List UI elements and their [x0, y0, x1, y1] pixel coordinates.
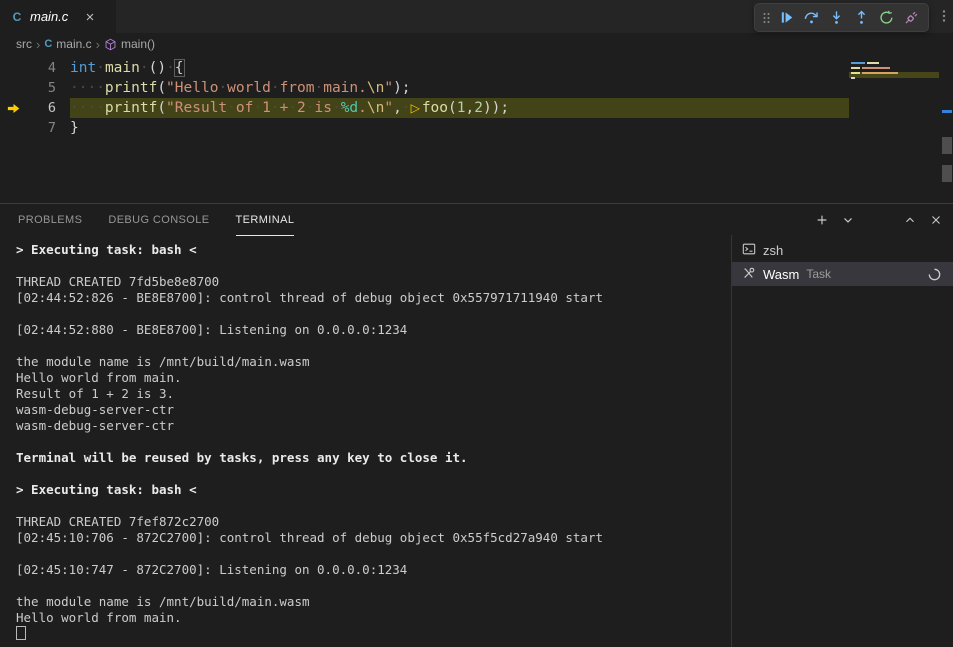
- c-file-icon: C: [10, 10, 24, 24]
- debug-step-into-button[interactable]: [824, 6, 848, 30]
- terminal-line: > Executing task: bash <: [16, 242, 725, 258]
- tab-title: main.c: [30, 9, 68, 24]
- tools-icon: [742, 266, 756, 283]
- tab-close-icon[interactable]: [84, 11, 96, 23]
- code-text[interactable]: }: [70, 118, 849, 138]
- terminal-line: [16, 306, 725, 322]
- editor-tab-bar: C main.c: [0, 0, 953, 33]
- terminal-line: Result of 1 + 2 is 3.: [16, 386, 725, 402]
- terminal-line: wasm-debug-server-ctr: [16, 402, 725, 418]
- code-line: 7}: [0, 118, 953, 138]
- terminal-dropdown-icon[interactable]: [841, 213, 855, 227]
- terminal-line: [16, 434, 725, 450]
- code-line: 6 ····printf("Result·of·1·+·2·is·%d.\n",·…: [0, 98, 953, 118]
- terminal-line: [16, 626, 725, 642]
- vscode-window: { "tabbar": { "tabs": [ { "title": "main…: [0, 0, 953, 647]
- more-actions-icon[interactable]: [938, 9, 950, 28]
- terminal-line: THREAD CREATED 7fef872c2700: [16, 514, 725, 530]
- debug-restart-button[interactable]: [874, 6, 898, 30]
- breadcrumb: src›Cmain.c›main(): [0, 33, 953, 55]
- scrollbar-decoration[interactable]: [942, 137, 952, 154]
- breadcrumb-item-src[interactable]: src: [16, 37, 32, 51]
- minimap[interactable]: [849, 59, 939, 93]
- chevron-right-icon: ›: [94, 37, 102, 52]
- code-text[interactable]: int·main·()·{: [70, 58, 849, 78]
- terminal-cursor: [16, 626, 26, 640]
- breadcrumb-label: src: [16, 37, 32, 51]
- close-panel-icon[interactable]: [929, 213, 943, 227]
- terminal-output[interactable]: > Executing task: bash < THREAD CREATED 7…: [0, 235, 731, 647]
- panel-actions: [815, 213, 943, 227]
- code-line: 4 int·main·()·{: [0, 58, 953, 78]
- gripper-icon[interactable]: [760, 10, 773, 26]
- terminal-line: THREAD CREATED 7fd5be8e8700: [16, 274, 725, 290]
- line-number: 7: [26, 118, 56, 138]
- terminal-line: [02:44:52:826 - BE8E8700]: control threa…: [16, 290, 725, 306]
- terminal-icon: [742, 242, 756, 259]
- c-file-icon: C: [44, 38, 52, 50]
- debug-current-line-arrow-icon[interactable]: [0, 98, 26, 118]
- code-line: 5 ····printf("Hello·world·from·main.\n");: [0, 78, 953, 98]
- glyph-margin: [0, 58, 26, 78]
- terminal-line: [16, 466, 725, 482]
- breadcrumb-label: main(): [121, 37, 155, 51]
- minimap-current-line: [849, 72, 939, 78]
- debug-continue-button[interactable]: [774, 6, 798, 30]
- terminal-item-label: zsh: [763, 243, 783, 258]
- terminal-line: > Executing task: bash <: [16, 482, 725, 498]
- terminal-line: Terminal will be reused by tasks, press …: [16, 450, 725, 466]
- terminal-line: Hello world from main.: [16, 370, 725, 386]
- terminal-line: [02:45:10:706 - 872C2700]: control threa…: [16, 530, 725, 546]
- terminal-list-item-zsh[interactable]: zsh: [732, 238, 953, 262]
- debug-step-out-button[interactable]: [849, 6, 873, 30]
- breadcrumb-label: main.c: [56, 37, 91, 51]
- maximize-panel-icon[interactable]: [903, 213, 917, 227]
- debug-toolbar: [754, 3, 929, 32]
- breadcrumb-item-main-c[interactable]: Cmain.c: [44, 37, 91, 51]
- terminal-line: [16, 578, 725, 594]
- terminal-list: zsh Wasm Task: [731, 235, 953, 647]
- code-editor[interactable]: 4 int·main·()·{ 5 ····printf("Hello·world·f…: [0, 55, 953, 203]
- line-number: 4: [26, 58, 56, 78]
- line-number: 5: [26, 78, 56, 98]
- panel-tab-terminal[interactable]: TERMINAL: [236, 204, 295, 236]
- terminal-line: the module name is /mnt/build/main.wasm: [16, 594, 725, 610]
- panel-tab-debug-console[interactable]: DEBUG CONSOLE: [108, 204, 209, 236]
- terminal-line: [02:44:52:880 - BE8E8700]: Listening on …: [16, 322, 725, 338]
- terminal-line: [16, 546, 725, 562]
- bottom-panel: PROBLEMS DEBUG CONSOLE TERMINAL > Executin…: [0, 203, 953, 647]
- terminal-line: [16, 338, 725, 354]
- terminal-line: [16, 258, 725, 274]
- terminal-line: wasm-debug-server-ctr: [16, 418, 725, 434]
- loading-spinner-icon: [928, 268, 941, 281]
- step-into-target-icon: ▷: [411, 101, 422, 115]
- symbol-method-icon: [104, 38, 117, 51]
- breadcrumb-item-main[interactable]: main(): [104, 37, 155, 51]
- code-text[interactable]: ····printf("Result·of·1·+·2·is·%d.\n",·▷…: [70, 98, 849, 118]
- scrollbar-decoration[interactable]: [942, 165, 952, 182]
- glyph-margin: [0, 78, 26, 98]
- terminal-line: Hello world from main.: [16, 610, 725, 626]
- debug-step-over-button[interactable]: [799, 6, 823, 30]
- chevron-right-icon: ›: [34, 37, 42, 52]
- terminal-line: the module name is /mnt/build/main.wasm: [16, 354, 725, 370]
- terminal-line: [02:45:10:747 - 872C2700]: Listening on …: [16, 562, 725, 578]
- terminal-line: [16, 498, 725, 514]
- panel-tab-problems[interactable]: PROBLEMS: [18, 204, 82, 236]
- new-terminal-icon[interactable]: [815, 213, 829, 227]
- overview-ruler-mark: [942, 110, 952, 113]
- terminal-list-item-wasm[interactable]: Wasm Task: [732, 262, 953, 286]
- glyph-margin: [0, 118, 26, 138]
- terminal-item-label: Wasm: [763, 267, 799, 282]
- debug-disconnect-button[interactable]: [899, 6, 923, 30]
- line-number: 6: [26, 98, 56, 118]
- terminal-item-description: Task: [806, 267, 831, 281]
- code-text[interactable]: ····printf("Hello·world·from·main.\n");: [70, 78, 849, 98]
- panel-header: PROBLEMS DEBUG CONSOLE TERMINAL: [0, 204, 953, 235]
- tab-main-c[interactable]: C main.c: [0, 0, 116, 33]
